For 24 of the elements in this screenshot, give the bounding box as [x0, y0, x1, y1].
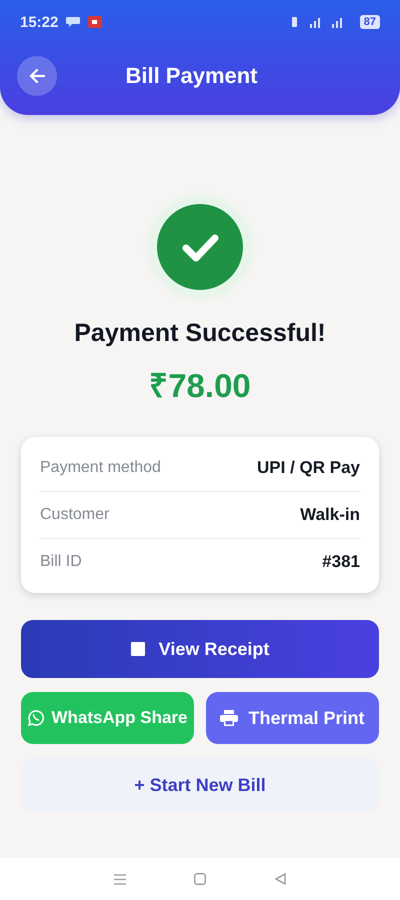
video-icon: [88, 16, 102, 28]
view-receipt-button[interactable]: View Receipt: [21, 620, 379, 678]
clock-time: 15:22: [20, 14, 58, 30]
home-icon[interactable]: [194, 873, 206, 885]
printer-icon: [220, 710, 238, 726]
square-icon: [130, 642, 145, 656]
success-title: Payment Successful!: [74, 319, 326, 348]
chat-bubble-icon: [27, 709, 46, 727]
detail-label: Customer: [40, 506, 110, 524]
thermal-print-button[interactable]: Thermal Print: [206, 692, 379, 744]
detail-label: Payment method: [40, 459, 161, 477]
detail-value: #381: [322, 552, 360, 572]
back-button[interactable]: [17, 56, 57, 96]
back-icon[interactable]: [274, 873, 286, 885]
battery-level: 87: [360, 15, 380, 29]
new-bill-button[interactable]: + Start New Bill: [21, 758, 379, 812]
detail-label: Bill ID: [40, 553, 82, 571]
detail-value: UPI / QR Pay: [257, 458, 360, 478]
paid-amount: ₹78.00: [149, 366, 251, 406]
detail-value: Walk-in: [300, 505, 360, 525]
chat-icon: [66, 16, 80, 28]
back-arrow-icon: [28, 67, 46, 85]
screen-title: Bill Payment: [124, 63, 259, 89]
menu-icon[interactable]: [114, 874, 126, 884]
